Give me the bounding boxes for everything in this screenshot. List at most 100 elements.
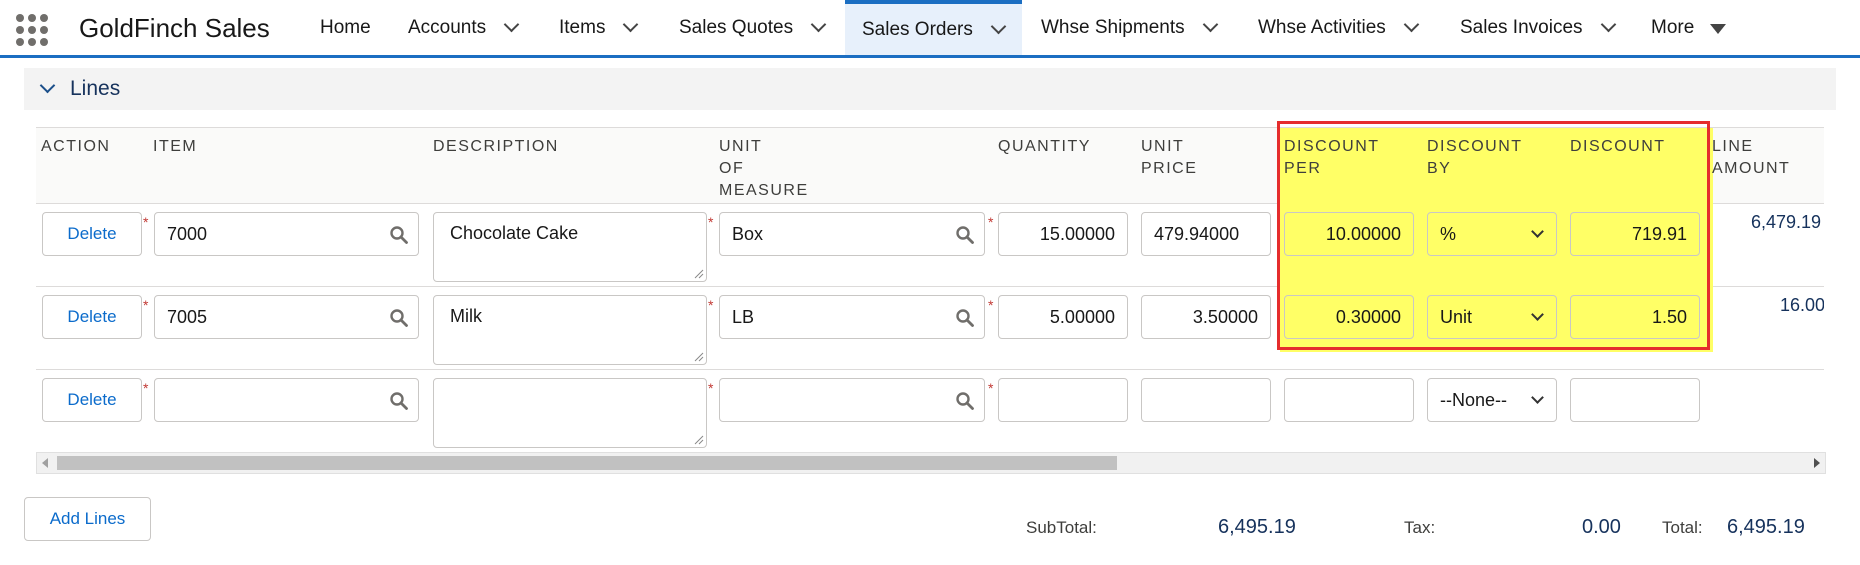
- required-marker: *: [143, 380, 149, 396]
- table-row: Delete * 7005 Milk * LB * 5.00000 3.5000…: [36, 287, 1824, 370]
- unit-price-input[interactable]: 479.94000: [1141, 212, 1271, 256]
- search-icon[interactable]: [956, 392, 974, 410]
- chevron-down-icon[interactable]: [39, 77, 56, 94]
- description-value: Chocolate Cake: [450, 223, 579, 243]
- discount-by-select[interactable]: %: [1427, 212, 1557, 256]
- delete-button[interactable]: Delete: [42, 295, 142, 339]
- discount-by-select[interactable]: Unit: [1427, 295, 1557, 339]
- discount-input[interactable]: 1.50: [1570, 295, 1700, 339]
- resize-handle-icon[interactable]: [694, 269, 704, 279]
- item-lookup-input[interactable]: 7005: [154, 295, 419, 339]
- discount-by-value: %: [1440, 223, 1457, 244]
- search-icon[interactable]: [956, 226, 974, 244]
- search-icon[interactable]: [956, 309, 974, 327]
- quantity-value: 5.00000: [1049, 306, 1115, 327]
- total-label: Total:: [1662, 518, 1703, 537]
- required-marker: *: [708, 380, 714, 396]
- discount-per-input[interactable]: [1284, 378, 1414, 422]
- chevron-down-icon[interactable]: [1600, 16, 1616, 33]
- discount-by-value: Unit: [1440, 306, 1473, 327]
- search-icon[interactable]: [390, 226, 408, 244]
- nav-tab-label: Whse Shipments: [1041, 16, 1185, 38]
- uom-lookup-input[interactable]: Box: [719, 212, 985, 256]
- unit-price-input[interactable]: [1141, 378, 1271, 422]
- nav-tab-sales-quotes[interactable]: Sales Quotes: [679, 0, 827, 55]
- nav-tab-whse-activities[interactable]: Whse Activities: [1258, 0, 1420, 55]
- chevron-down-icon[interactable]: [623, 16, 639, 33]
- discount-by-select[interactable]: --None--: [1427, 378, 1557, 422]
- resize-handle-icon[interactable]: [694, 352, 704, 362]
- description-textarea[interactable]: [433, 378, 707, 448]
- table-header: ACTION ITEM DESCRIPTION UNIT OF MEASURE QU…: [36, 127, 1824, 205]
- scrollbar-thumb[interactable]: [57, 456, 1117, 470]
- add-lines-button[interactable]: Add Lines: [24, 497, 151, 541]
- discount-input[interactable]: [1570, 378, 1700, 422]
- chevron-down-icon[interactable]: [810, 16, 827, 33]
- col-header-action: ACTION: [41, 138, 111, 155]
- required-marker: *: [143, 297, 149, 313]
- lines-section-header[interactable]: Lines: [24, 68, 1836, 110]
- nav-tab-label: Home: [320, 16, 371, 38]
- nav-tab-items[interactable]: Items: [559, 0, 639, 55]
- discount-per-input[interactable]: 0.30000: [1284, 295, 1414, 339]
- tax-label: Tax:: [1404, 518, 1436, 537]
- uom-value: LB: [732, 306, 755, 327]
- resize-handle-icon[interactable]: [694, 435, 704, 445]
- nav-tab-sales-invoices[interactable]: Sales Invoices: [1460, 0, 1616, 55]
- col-header-unit-price: UNIT PRICE: [1141, 138, 1198, 177]
- total-value: 6,495.19: [1727, 516, 1805, 538]
- nav-tab-sales-orders[interactable]: Sales Orders: [845, 0, 1022, 55]
- app-name: GoldFinch Sales: [79, 13, 270, 43]
- quantity-input[interactable]: 5.00000: [998, 295, 1128, 339]
- scroll-left-arrow-icon[interactable]: [42, 458, 48, 468]
- section-title: Lines: [70, 77, 121, 100]
- uom-lookup-input[interactable]: LB: [719, 295, 985, 339]
- chevron-down-icon[interactable]: [1202, 16, 1218, 33]
- discount-by-value: --None--: [1440, 389, 1508, 410]
- required-marker: *: [143, 214, 149, 230]
- description-value: Milk: [450, 306, 482, 326]
- delete-button[interactable]: Delete: [42, 212, 142, 256]
- item-lookup-input[interactable]: [154, 378, 419, 422]
- nav-tab-more[interactable]: More: [1651, 0, 1727, 55]
- chevron-down-icon[interactable]: [990, 18, 1007, 35]
- chevron-down-icon: [1531, 225, 1544, 238]
- global-navbar: GoldFinch Sales Home Accounts Items Sale…: [0, 0, 1860, 58]
- horizontal-scrollbar[interactable]: [36, 452, 1826, 474]
- required-marker: *: [988, 297, 994, 313]
- col-header-discount: DISCOUNT: [1570, 138, 1666, 155]
- col-header-uom: UNIT OF MEASURE: [719, 138, 809, 199]
- nav-tab-label: Sales Invoices: [1460, 16, 1583, 38]
- triangle-down-icon[interactable]: [1710, 23, 1727, 34]
- discount-input[interactable]: 719.91: [1570, 212, 1700, 256]
- subtotal-label: SubTotal:: [1026, 518, 1097, 537]
- nav-tab-accounts[interactable]: Accounts: [408, 0, 520, 55]
- quantity-input[interactable]: 15.00000: [998, 212, 1128, 256]
- discount-value: 1.50: [1651, 306, 1687, 327]
- description-textarea[interactable]: Chocolate Cake: [433, 212, 707, 282]
- quantity-input[interactable]: [998, 378, 1128, 422]
- nav-tab-whse-shipments[interactable]: Whse Shipments: [1041, 0, 1218, 55]
- chevron-down-icon[interactable]: [503, 16, 520, 33]
- uom-lookup-input[interactable]: [719, 378, 985, 422]
- chevron-down-icon[interactable]: [1403, 16, 1420, 33]
- quantity-value: 15.00000: [1039, 223, 1115, 244]
- unit-price-input[interactable]: 3.50000: [1141, 295, 1271, 339]
- required-marker: *: [708, 214, 714, 230]
- delete-button[interactable]: Delete: [42, 378, 142, 422]
- nav-tab-home[interactable]: Home: [320, 0, 371, 55]
- discount-per-value: 10.00000: [1325, 223, 1401, 244]
- col-header-discount-per: DISCOUNT PER: [1284, 138, 1380, 177]
- nav-tab-label: Accounts: [408, 16, 487, 38]
- discount-per-input[interactable]: 10.00000: [1284, 212, 1414, 256]
- nav-tab-label: Sales Orders: [862, 18, 973, 40]
- description-textarea[interactable]: Milk: [433, 295, 707, 365]
- scroll-right-arrow-icon[interactable]: [1814, 458, 1820, 468]
- nav-tab-label: Sales Quotes: [679, 16, 794, 38]
- app-launcher-icon[interactable]: [16, 14, 48, 46]
- nav-tab-label: More: [1651, 16, 1695, 38]
- item-lookup-input[interactable]: 7000: [154, 212, 419, 256]
- tax-value: 0.00: [1582, 516, 1621, 538]
- search-icon[interactable]: [390, 392, 408, 410]
- search-icon[interactable]: [390, 309, 408, 327]
